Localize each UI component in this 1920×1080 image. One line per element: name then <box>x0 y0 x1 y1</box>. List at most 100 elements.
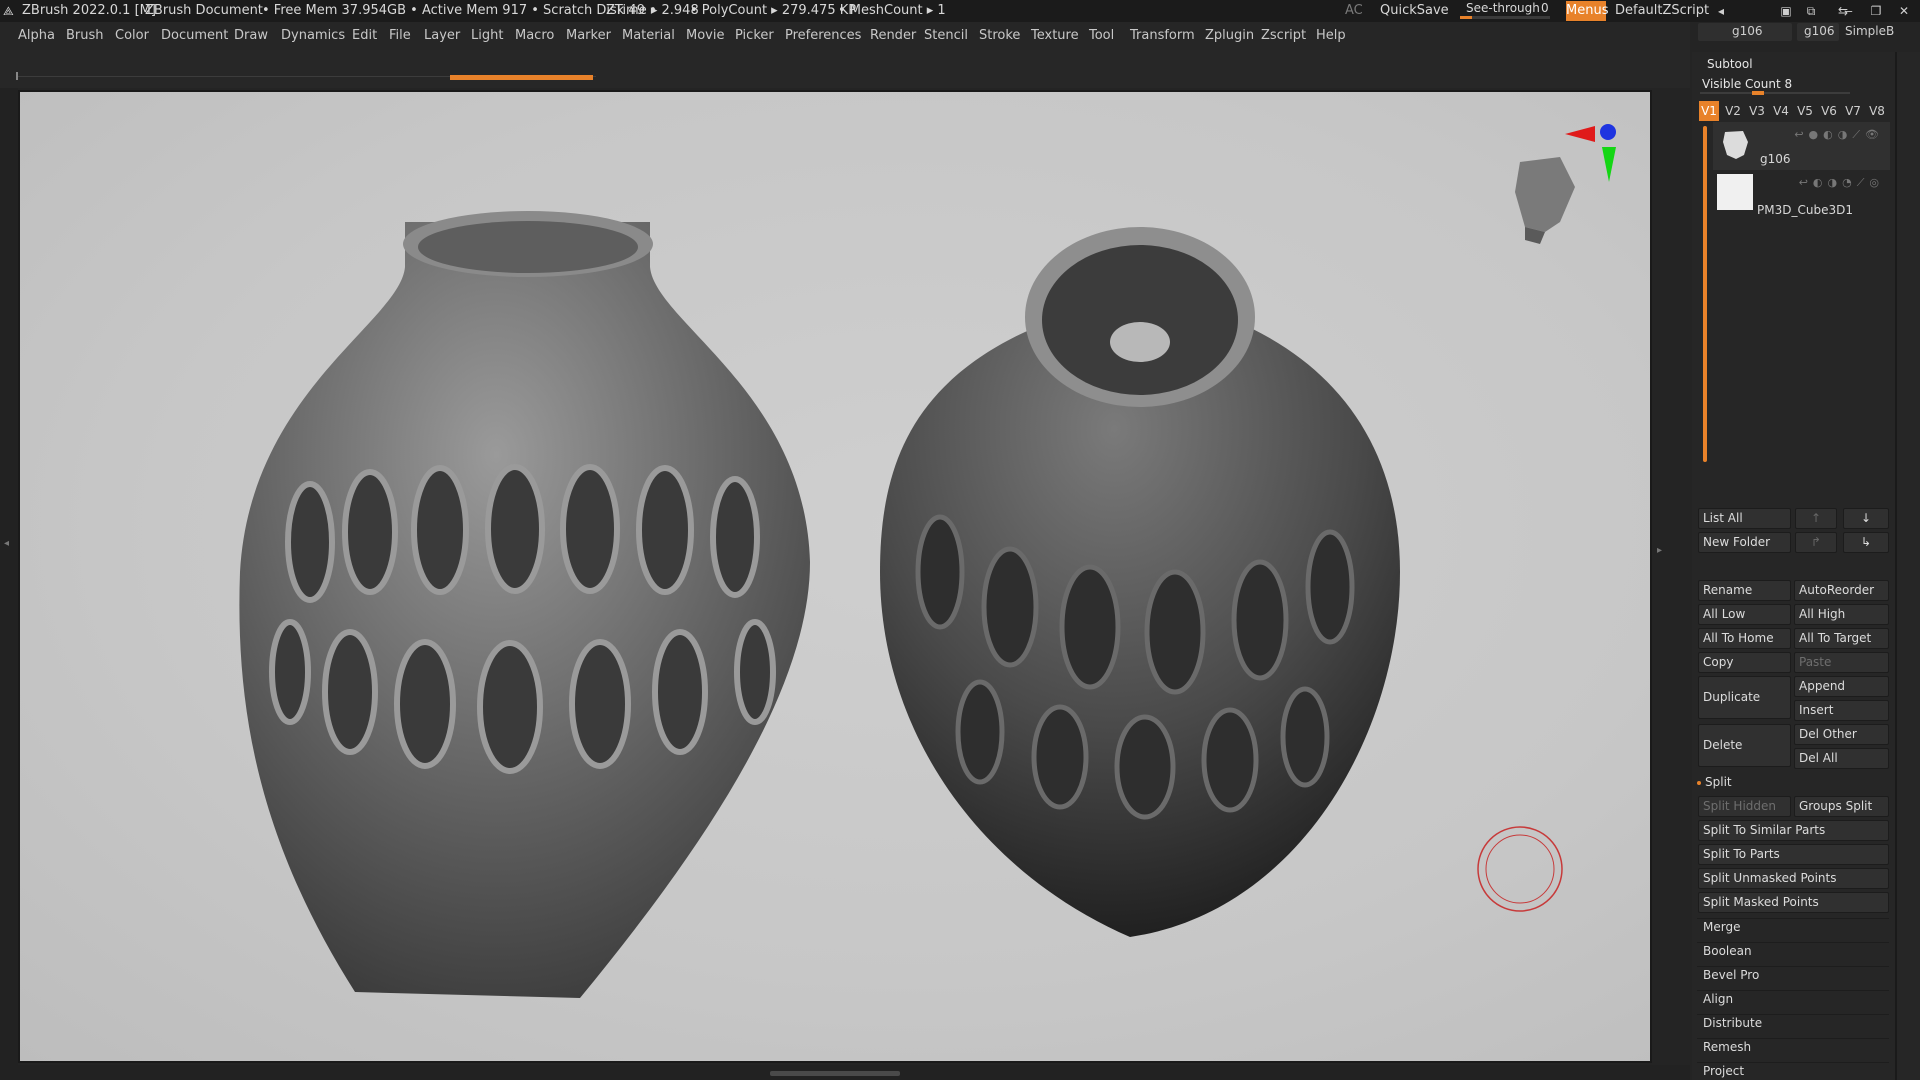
menu-marker[interactable]: Marker <box>566 22 611 50</box>
menu-document[interactable]: Document <box>161 22 228 50</box>
split-masked-points-button[interactable]: Split Masked Points <box>1698 892 1889 913</box>
folder-in-icon[interactable]: ↳ <box>1843 532 1889 553</box>
visibility-tab-v1[interactable]: V1 <box>1699 101 1719 121</box>
menu-layer[interactable]: Layer <box>424 22 460 50</box>
delete-button[interactable]: Delete <box>1698 724 1791 767</box>
subtool-list-scrollbar[interactable] <box>1703 126 1707 462</box>
top-shelf <box>0 50 1690 88</box>
paste-button[interactable]: Paste <box>1794 652 1889 673</box>
menu-light[interactable]: Light <box>471 22 503 50</box>
subtool-item-icons[interactable]: ↩●◐◑⟋👁 <box>1794 128 1884 142</box>
menu-stencil[interactable]: Stencil <box>924 22 968 50</box>
menu-alpha[interactable]: Alpha <box>18 22 55 50</box>
menus-toggle-button[interactable]: Menus <box>1566 1 1608 21</box>
minimize-window-icon[interactable]: ‒ <box>1838 0 1860 22</box>
bevel-pro-section[interactable]: Bevel Pro <box>1703 968 1759 982</box>
insert-button[interactable]: Insert <box>1794 700 1889 721</box>
default-zscript-button[interactable]: DefaultZScript <box>1615 0 1709 22</box>
append-button[interactable]: Append <box>1794 676 1889 697</box>
folder-out-icon[interactable]: ↱ <box>1795 532 1837 553</box>
merge-section[interactable]: Merge <box>1703 920 1740 934</box>
align-section[interactable]: Align <box>1703 992 1733 1006</box>
menu-picker[interactable]: Picker <box>735 22 774 50</box>
layout-icon[interactable]: ▣ <box>1775 0 1797 22</box>
visibility-tab-v6[interactable]: V6 <box>1819 101 1839 121</box>
left-tray-arrow-icon[interactable]: ◂ <box>4 538 9 549</box>
all-low-button[interactable]: All Low <box>1698 604 1791 625</box>
copy-button[interactable]: Copy <box>1698 652 1791 673</box>
menu-stroke[interactable]: Stroke <box>979 22 1020 50</box>
visibility-tab-v2[interactable]: V2 <box>1723 101 1743 121</box>
menu-help[interactable]: Help <box>1316 22 1346 50</box>
new-folder-button[interactable]: New Folder <box>1698 532 1791 553</box>
shelf-active-tab[interactable] <box>450 75 593 80</box>
list-all-button[interactable]: List All <box>1698 508 1791 529</box>
layout-swap-icon[interactable]: ⧉ <box>1800 0 1822 22</box>
menu-preferences[interactable]: Preferences <box>785 22 861 50</box>
menu-dynamics[interactable]: Dynamics <box>281 22 345 50</box>
subtool-title[interactable]: Subtool <box>1707 57 1753 71</box>
split-unmasked-points-button[interactable]: Split Unmasked Points <box>1698 868 1889 889</box>
quicksave-button[interactable]: QuickSave <box>1380 0 1449 22</box>
see-through-slider[interactable] <box>1460 16 1550 19</box>
visible-count-slider[interactable] <box>1700 91 1850 95</box>
menu-file[interactable]: File <box>389 22 411 50</box>
split-to-similar-parts-button[interactable]: Split To Similar Parts <box>1698 820 1889 841</box>
bottom-tray-handle[interactable] <box>770 1071 900 1076</box>
scroll-left-icon[interactable]: ◂ <box>1710 0 1732 22</box>
subtool-name-cube: PM3D_Cube3D1 <box>1757 203 1853 217</box>
visible-count-label: Visible Count 8 <box>1702 77 1793 91</box>
autoreorder-button[interactable]: AutoReorder <box>1794 580 1889 601</box>
navigation-head-gizmo[interactable] <box>1515 124 1616 244</box>
subtool-item-g106[interactable]: ↩●◐◑⟋👁 g106 <box>1713 122 1890 170</box>
document-title[interactable]: ZBrush Document <box>145 0 263 22</box>
duplicate-button[interactable]: Duplicate <box>1698 676 1791 719</box>
menu-tool[interactable]: Tool <box>1089 22 1114 50</box>
del-other-button[interactable]: Del Other <box>1794 724 1889 745</box>
visibility-tab-v3[interactable]: V3 <box>1747 101 1767 121</box>
visibility-tab-v5[interactable]: V5 <box>1795 101 1815 121</box>
all-to-home-button[interactable]: All To Home <box>1698 628 1791 649</box>
subtool-item-icons[interactable]: ↩◐◑◔⟋◎ <box>1799 176 1884 190</box>
remesh-section[interactable]: Remesh <box>1703 1040 1751 1054</box>
split-section-indicator <box>1697 781 1701 785</box>
right-tray-arrow-icon[interactable]: ▸ <box>1657 545 1662 556</box>
canvas-viewport[interactable] <box>18 90 1652 1063</box>
project-section[interactable]: Project <box>1703 1064 1744 1078</box>
all-high-button[interactable]: All High <box>1794 604 1889 625</box>
all-to-target-button[interactable]: All To Target <box>1794 628 1889 649</box>
menu-material[interactable]: Material <box>622 22 675 50</box>
move-down-arrow-icon[interactable]: ↓ <box>1843 508 1889 529</box>
app-title: ZBrush 2022.0.1 [M] <box>22 3 156 18</box>
visibility-tab-v8[interactable]: V8 <box>1867 101 1887 121</box>
separator <box>1697 942 1889 943</box>
menu-edit[interactable]: Edit <box>352 22 377 50</box>
visibility-tab-v7[interactable]: V7 <box>1843 101 1863 121</box>
close-window-icon[interactable]: ✕ <box>1893 0 1915 22</box>
split-to-parts-button[interactable]: Split To Parts <box>1698 844 1889 865</box>
menu-transform[interactable]: Transform <box>1130 22 1195 50</box>
menu-movie[interactable]: Movie <box>686 22 724 50</box>
menu-zscript[interactable]: Zscript <box>1261 22 1306 50</box>
subtool-item-pm3d-cube[interactable]: ↩◐◑◔⟋◎ PM3D_Cube3D1 <box>1713 170 1890 218</box>
visibility-tab-v4[interactable]: V4 <box>1771 101 1791 121</box>
rename-button[interactable]: Rename <box>1698 580 1791 601</box>
split-hidden-button[interactable]: Split Hidden <box>1698 796 1791 817</box>
groups-split-button[interactable]: Groups Split <box>1794 796 1889 817</box>
ac-toggle[interactable]: AC <box>1345 0 1363 22</box>
subtool-thumbnail-cube <box>1717 174 1753 210</box>
menu-render[interactable]: Render <box>870 22 916 50</box>
distribute-section[interactable]: Distribute <box>1703 1016 1762 1030</box>
boolean-section[interactable]: Boolean <box>1703 944 1752 958</box>
maximize-window-icon[interactable]: ❐ <box>1865 0 1887 22</box>
split-section-header[interactable]: Split <box>1705 775 1732 789</box>
menu-zplugin[interactable]: Zplugin <box>1205 22 1254 50</box>
tool-slot-3-label[interactable]: SimpleB <box>1845 24 1894 38</box>
menu-draw[interactable]: Draw <box>234 22 268 50</box>
menu-macro[interactable]: Macro <box>515 22 554 50</box>
menu-brush[interactable]: Brush <box>66 22 104 50</box>
menu-texture[interactable]: Texture <box>1031 22 1079 50</box>
move-up-arrow-icon[interactable]: ↑ <box>1795 508 1837 529</box>
menu-color[interactable]: Color <box>115 22 149 50</box>
del-all-button[interactable]: Del All <box>1794 748 1889 769</box>
